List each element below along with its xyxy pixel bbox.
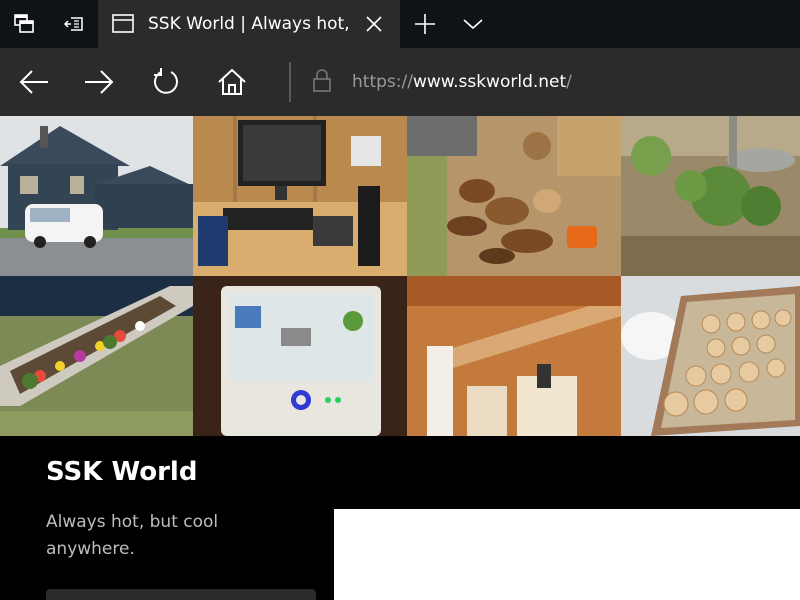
url-host: www.sskworld.net <box>412 72 567 92</box>
web-page: SSK World Always hot, but cool anywhere. <box>0 116 800 600</box>
photo-flowerbed[interactable] <box>0 276 193 436</box>
url-scheme: https:// <box>352 72 413 92</box>
address-bar[interactable]: https://www.sskworld.net/ <box>352 70 572 94</box>
lock-icon <box>313 69 331 92</box>
tab-title: SSK World | Always hot, but cool anywher… <box>148 14 356 34</box>
nav-divider <box>289 62 291 102</box>
close-tab-button[interactable] <box>360 10 388 38</box>
tab-actions-button[interactable] <box>0 0 48 48</box>
back-arrow-icon <box>19 70 48 94</box>
photo-house[interactable] <box>0 116 193 276</box>
forward-button[interactable] <box>75 58 123 106</box>
photo-cookies[interactable] <box>621 276 800 436</box>
new-tab-button[interactable] <box>401 0 449 48</box>
site-title[interactable]: SSK World <box>46 456 197 488</box>
tab-preview-button[interactable] <box>449 0 497 48</box>
navigation-bar: https://www.sskworld.net/ <box>0 48 800 116</box>
page-icon <box>112 14 134 33</box>
tab-actions-icon <box>14 14 34 33</box>
photo-energy-monitor[interactable] <box>193 276 407 436</box>
back-button[interactable] <box>10 58 58 106</box>
refresh-icon <box>154 68 178 94</box>
plus-icon <box>415 14 435 34</box>
photo-firewood[interactable] <box>407 116 621 276</box>
content-panel <box>334 509 800 600</box>
photo-desk[interactable] <box>193 116 407 276</box>
url-path: / <box>566 72 572 92</box>
refresh-button[interactable] <box>142 58 190 106</box>
photo-wood-frame[interactable] <box>407 276 621 436</box>
set-aside-tabs-button[interactable] <box>50 0 98 48</box>
site-tagline: Always hot, but cool anywhere. <box>46 512 219 559</box>
forward-arrow-icon <box>85 70 114 94</box>
set-aside-tabs-icon <box>63 17 83 31</box>
home-button[interactable] <box>208 58 256 106</box>
active-tab[interactable]: SSK World | Always hot, but cool anywher… <box>98 0 400 48</box>
home-icon <box>218 68 246 95</box>
photo-garden[interactable] <box>621 116 800 276</box>
close-icon <box>366 16 382 32</box>
chevron-down-icon <box>463 19 483 30</box>
tab-bar: SSK World | Always hot, but cool anywher… <box>0 0 800 48</box>
menu-button[interactable] <box>46 589 316 600</box>
